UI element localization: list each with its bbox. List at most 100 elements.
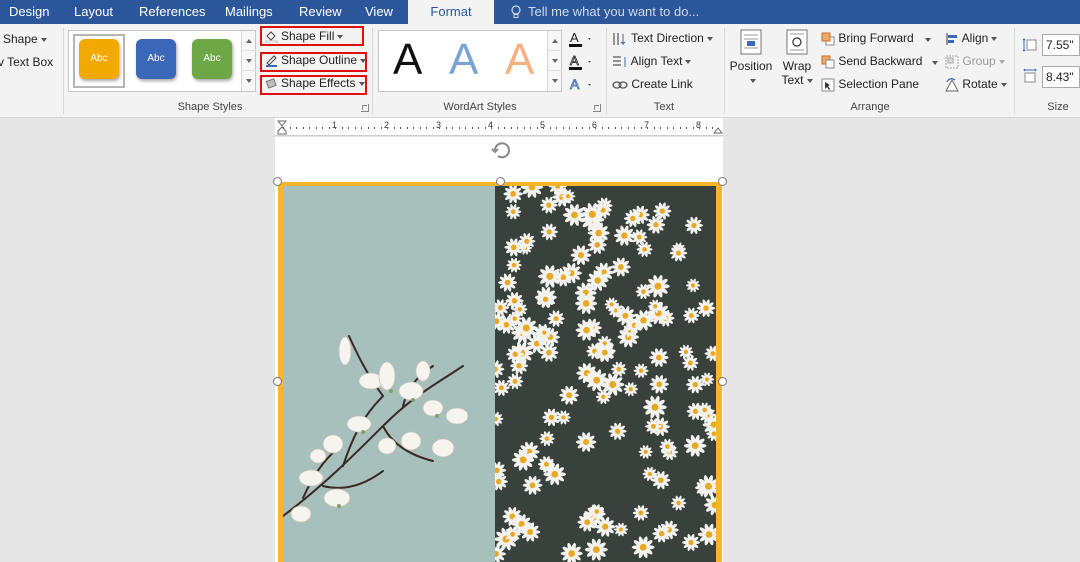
resize-handle-top-center[interactable]: [496, 177, 505, 186]
ruler-tick: [445, 127, 447, 129]
daisies-image[interactable]: [495, 186, 716, 562]
align-label: Align: [961, 31, 989, 45]
align-text-button[interactable]: Align Text: [612, 54, 692, 69]
tab-review[interactable]: Review: [299, 0, 342, 24]
more-icon: [246, 79, 252, 83]
shape-fill-button[interactable]: Shape Fill: [265, 27, 344, 47]
style-swatch-orange[interactable]: Abc: [79, 39, 119, 79]
align-button[interactable]: Align: [945, 31, 998, 46]
selection-pane-button[interactable]: Selection Pane: [821, 77, 919, 92]
daisy-flower: [649, 375, 669, 394]
rotate-handle-icon[interactable]: [489, 140, 515, 160]
daisy-flower: [631, 536, 655, 559]
daisy-flower: [696, 299, 716, 317]
selection-pane-icon: [821, 78, 835, 92]
tab-mailings[interactable]: Mailings: [225, 0, 273, 24]
ruler-tick: [530, 127, 531, 129]
ruler-tick: [302, 127, 304, 129]
chevron-down-icon: [358, 81, 365, 86]
daisy-flower: [560, 542, 583, 562]
text-fill-button[interactable]: A: [568, 30, 594, 51]
tab-layout[interactable]: Layout: [74, 0, 113, 24]
text-outline-button[interactable]: A: [568, 53, 594, 74]
gallery-scroll-up[interactable]: [242, 31, 256, 51]
resize-handle-middle-right[interactable]: [718, 377, 727, 386]
daisy-flower: [623, 382, 639, 397]
wordart-style-orange[interactable]: A: [505, 33, 534, 87]
gallery-more[interactable]: [242, 71, 256, 91]
chevron-down-icon: [360, 58, 367, 63]
daisy-flower: [503, 186, 523, 204]
wordart-scroll-up[interactable]: [548, 31, 562, 51]
gallery-scroll: [241, 31, 256, 91]
daisy-flower: [542, 408, 561, 427]
wordart-more[interactable]: [548, 71, 562, 91]
edit-shape-label: Shape: [3, 32, 38, 46]
draw-text-box-button[interactable]: v Text Box: [0, 55, 53, 69]
style-swatch-blue[interactable]: Abc: [136, 39, 176, 79]
daisy-flower: [505, 204, 522, 220]
shape-width-input[interactable]: 8.43": [1042, 66, 1080, 88]
group-button[interactable]: Group: [945, 54, 1005, 69]
ruler-tick: [497, 127, 499, 129]
text-direction-icon: [613, 32, 626, 46]
ruler-tick: [439, 127, 440, 129]
ruler-tick: [400, 127, 401, 129]
ruler-tick: [692, 127, 694, 129]
send-backward-dropdown-icon[interactable]: [932, 61, 938, 65]
tab-view[interactable]: View: [365, 0, 393, 24]
ruler-tick: [536, 127, 538, 129]
ruler-tick: [354, 127, 356, 129]
shape-height-input[interactable]: 7.55": [1042, 34, 1080, 56]
daisy-flower: [686, 375, 705, 394]
send-backward-button[interactable]: Send Backward: [821, 54, 922, 69]
resize-handle-top-right[interactable]: [718, 177, 727, 186]
create-link-button[interactable]: Create Link: [612, 77, 693, 92]
ruler-tick: [608, 127, 609, 129]
more-icon: [552, 79, 558, 83]
tab-format[interactable]: Format: [408, 0, 494, 24]
dialog-launcher-icon[interactable]: [361, 104, 369, 112]
shape-outline-button[interactable]: Shape Outline: [265, 51, 367, 71]
position-label: Position: [729, 59, 773, 73]
ruler-tick: [504, 127, 505, 129]
rotate-button[interactable]: Rotate: [945, 77, 1007, 92]
text-effects-button[interactable]: A: [568, 76, 594, 97]
pen-icon: [266, 55, 277, 68]
ruler-tick: [315, 127, 317, 129]
gallery-scroll-down[interactable]: [242, 51, 256, 71]
wordart-style-black[interactable]: A: [393, 33, 422, 87]
resize-handle-middle-left[interactable]: [273, 377, 282, 386]
wrap-text-button[interactable]: Wrap Text: [776, 28, 818, 98]
text-direction-button[interactable]: Text Direction: [612, 31, 713, 46]
shape-outline-label: Shape Outline: [281, 53, 358, 67]
right-indent-marker-icon[interactable]: [713, 124, 723, 134]
horizontal-ruler[interactable]: 12345678: [275, 118, 723, 136]
dialog-launcher-icon[interactable]: [593, 104, 601, 112]
magnolia-image[interactable]: [283, 186, 495, 562]
wrap-text-label-1: Wrap: [782, 59, 812, 73]
bring-forward-dropdown-icon[interactable]: [925, 38, 931, 42]
resize-handle-top-left[interactable]: [273, 177, 282, 186]
ruler-tick: [458, 127, 460, 129]
wrap-text-label-2: Text: [776, 73, 818, 87]
ruler-tick: [393, 127, 395, 129]
position-button[interactable]: Position: [728, 28, 774, 98]
edit-shape-button[interactable]: Shape: [3, 32, 47, 46]
daisy-flower: [684, 216, 703, 235]
bring-forward-button[interactable]: Bring Forward: [821, 31, 914, 46]
tell-me-search[interactable]: Tell me what you want to do...: [510, 0, 699, 24]
shape-effects-label: Shape Effects: [281, 76, 356, 90]
ruler-tick: [634, 127, 635, 129]
ruler-tick: [484, 127, 486, 129]
style-swatch-green[interactable]: Abc: [192, 39, 232, 79]
tab-design[interactable]: Design: [9, 0, 49, 24]
wordart-gallery-scroll: [547, 31, 562, 91]
daisy-flower: [613, 225, 635, 246]
tab-references[interactable]: References: [139, 0, 205, 24]
wordart-style-blue[interactable]: A: [449, 33, 478, 87]
wordart-scroll-down[interactable]: [548, 51, 562, 71]
shape-effects-button[interactable]: Shape Effects: [265, 74, 365, 94]
indent-marker-icon[interactable]: [277, 120, 287, 136]
ruler-tick: [595, 127, 596, 129]
